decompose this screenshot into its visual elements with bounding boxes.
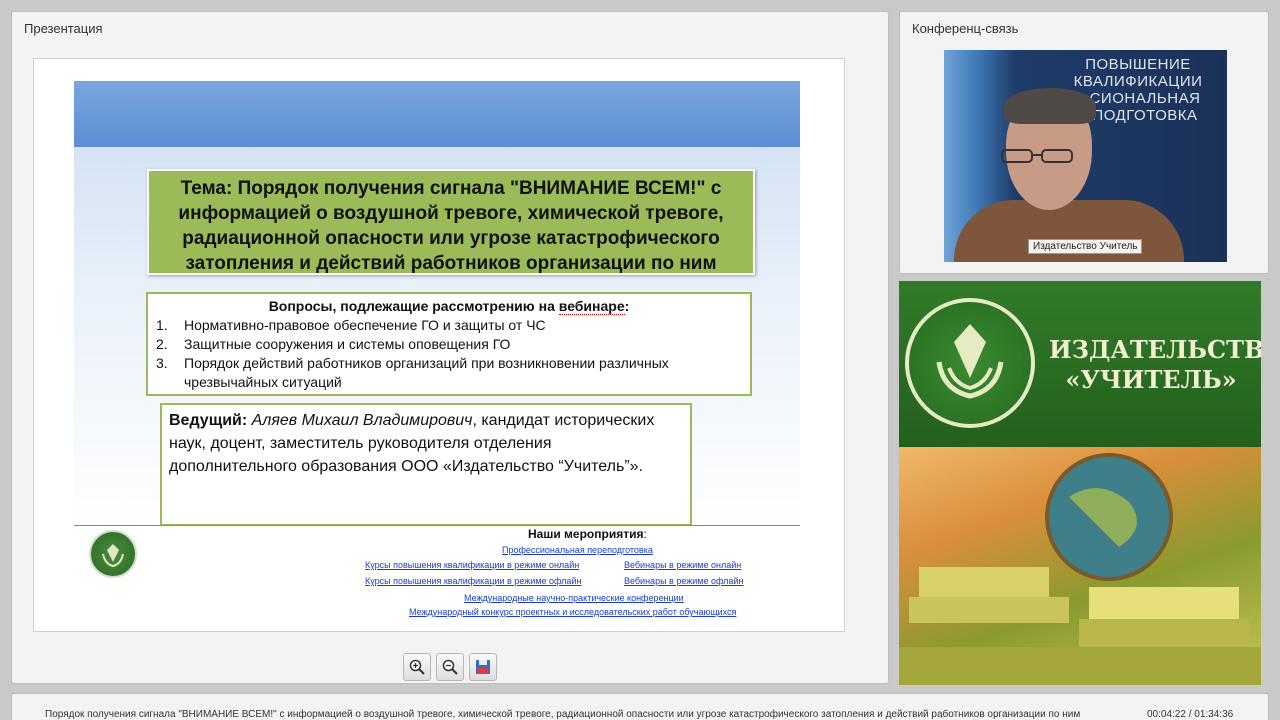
zoom-out-button[interactable] — [436, 653, 464, 681]
webcam-participant-label: Издательство Учитель — [1028, 239, 1143, 254]
conference-panel-title: Конференц-связь — [912, 21, 1019, 36]
link-courses-offline[interactable]: Курсы повышения квалификации в режиме оф… — [365, 576, 581, 586]
link-webinars-online[interactable]: Вебинары в режиме онлайн — [624, 560, 741, 570]
link-contest[interactable]: Международный конкурс проектных и исслед… — [409, 607, 736, 617]
host-name: Аляев Михаил Владимирович — [251, 412, 473, 429]
presenter-glasses — [1001, 149, 1073, 163]
player-status-bar: Порядок получения сигнала "ВНИМАНИЕ ВСЕМ… — [11, 693, 1269, 720]
questions-list: 1. Нормативно-правовое обеспечение ГО и з… — [156, 316, 742, 392]
publisher-banner: ИЗДАТЕЛЬСТВО «УЧИТЕЛЬ» — [899, 281, 1261, 685]
list-item: 2. Защитные сооружения и системы оповещен… — [156, 336, 511, 352]
publisher-logo — [89, 530, 137, 578]
link-conferences[interactable]: Международные научно-практические конфер… — [464, 593, 684, 603]
presentation-slide: Тема: Порядок получения сигнала "ВНИМАНИ… — [33, 58, 845, 632]
presenter-hair — [1004, 88, 1096, 124]
playback-time: 00:04:22 / 01:34:36 — [1147, 709, 1234, 720]
host-label: Ведущий: — [169, 412, 248, 429]
webinar-title: Порядок получения сигнала "ВНИМАНИЕ ВСЕМ… — [45, 709, 1081, 720]
floppy-disk-icon — [476, 660, 490, 674]
list-item: 1. Нормативно-правовое обеспечение ГО и з… — [156, 317, 546, 333]
banner-header: ИЗДАТЕЛЬСТВО «УЧИТЕЛЬ» — [899, 281, 1261, 447]
conference-panel: Конференц-связь ПОВЫШЕНИЕ КВАЛИФИКАЦИИ .… — [899, 11, 1269, 274]
link-courses-online[interactable]: Курсы повышения квалификации в режиме он… — [365, 560, 579, 570]
presentation-panel: Презентация Тема: Порядок получения сигн… — [11, 11, 889, 684]
questions-box: Вопросы, подлежащие рассмотрению на веби… — [146, 292, 752, 396]
slide-divider — [74, 525, 800, 526]
zoom-in-icon — [409, 659, 425, 675]
slide-header-band — [74, 81, 800, 147]
webcam-video: ПОВЫШЕНИЕ КВАЛИФИКАЦИИ ...СИОНАЛЬНАЯ ...… — [944, 50, 1227, 262]
slide-topic: Тема: Порядок получения сигнала "ВНИМАНИ… — [147, 169, 755, 275]
events-title: Наши мероприятия: — [528, 527, 647, 541]
list-item: 3. Порядок действий работников организаци… — [156, 355, 669, 390]
questions-heading: Вопросы, подлежащие рассмотрению на веби… — [268, 298, 630, 315]
host-box: Ведущий: Аляев Михаил Владимирович, канд… — [160, 403, 692, 526]
banner-title: ИЗДАТЕЛЬСТВО «УЧИТЕЛЬ» — [1049, 335, 1261, 394]
presentation-panel-title: Презентация — [24, 21, 103, 36]
zoom-in-button[interactable] — [403, 653, 431, 681]
save-button[interactable] — [469, 653, 497, 681]
link-retraining[interactable]: Профессиональная переподготовка — [502, 545, 653, 555]
books-globe-photo — [899, 447, 1261, 685]
publisher-emblem — [905, 298, 1035, 428]
zoom-out-icon — [442, 659, 458, 675]
link-webinars-offline[interactable]: Вебинары в режиме офлайн — [624, 576, 743, 586]
